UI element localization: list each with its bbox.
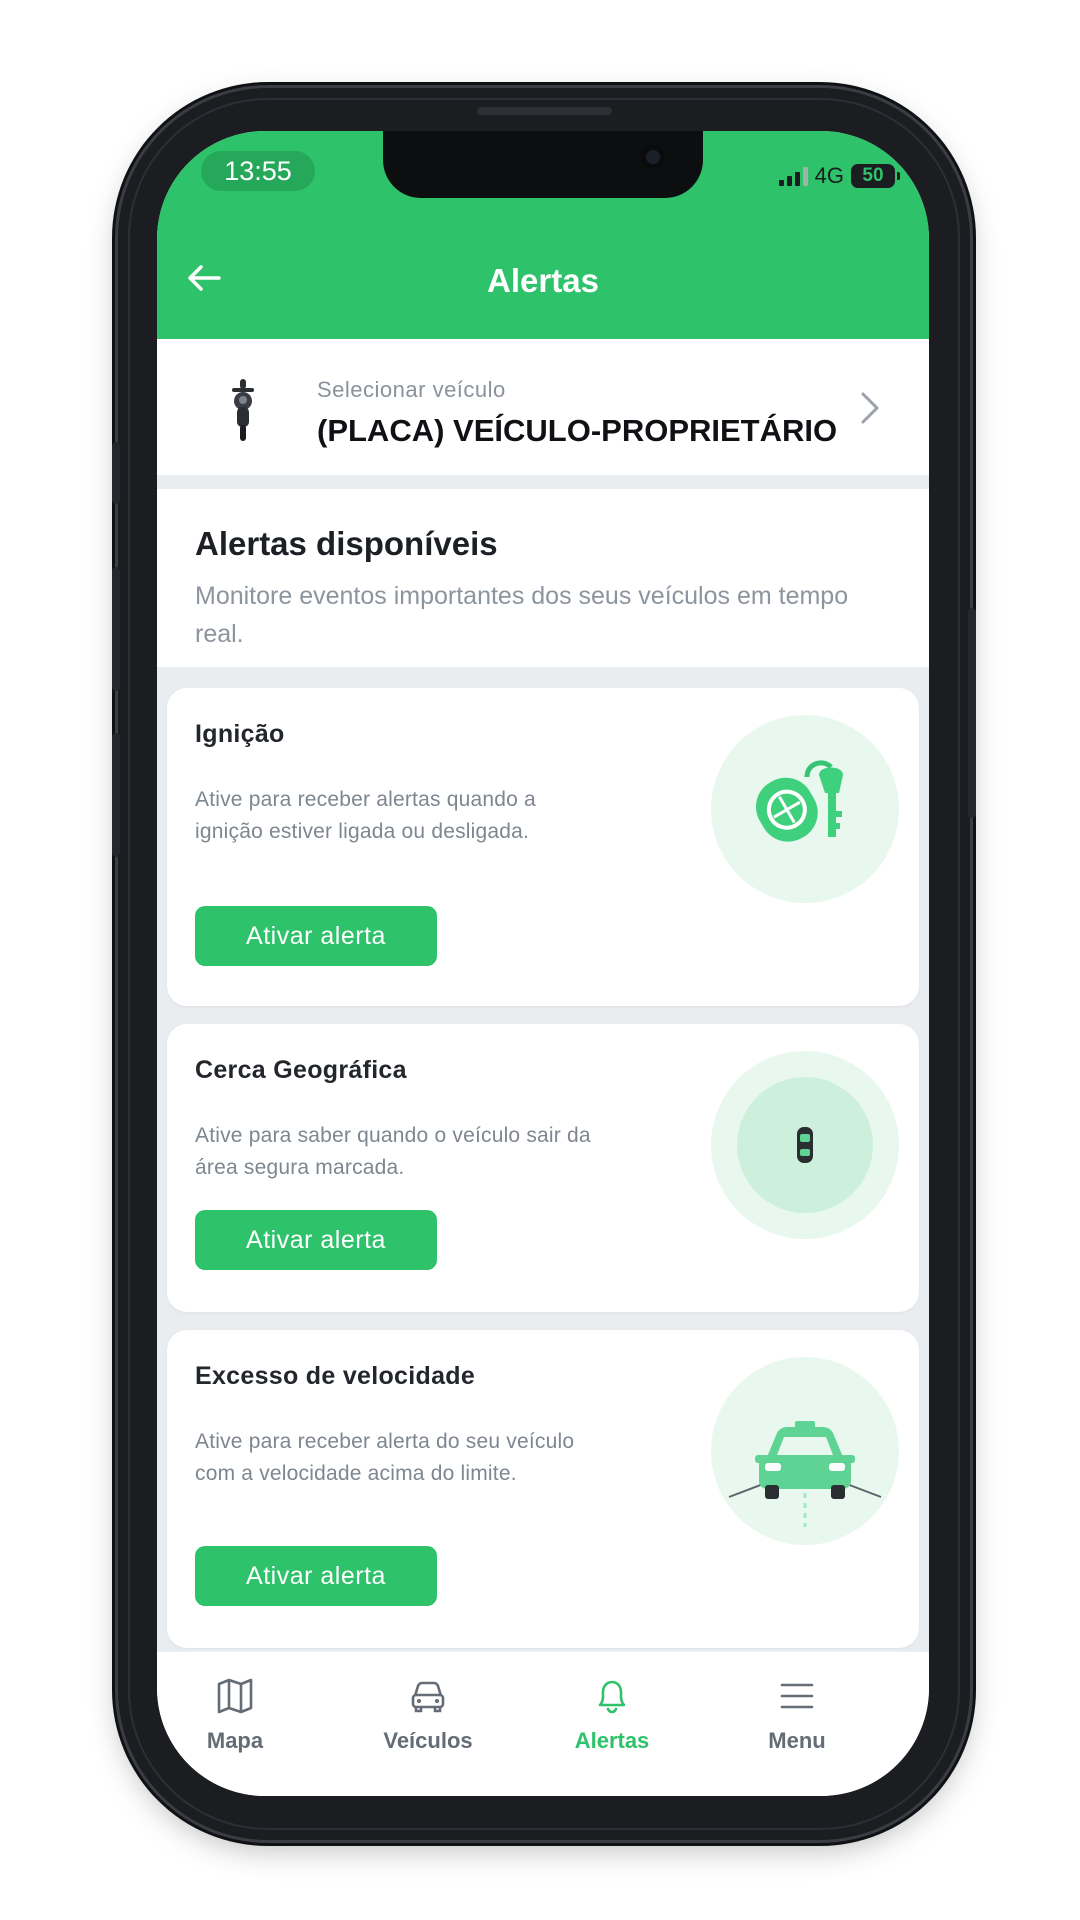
nav-label: Menu <box>768 1728 826 1753</box>
motorcycle-icon <box>232 379 254 441</box>
vehicle-name: (PLACA) VEÍCULO-PROPRIETÁRIO <box>317 413 838 448</box>
alert-description: Ative para receber alertas quando a igni… <box>195 788 536 843</box>
activate-alert-button[interactable]: Ativar alerta <box>195 906 437 966</box>
alert-card-geofence: Cerca Geográfica Ative para saber quando… <box>167 1024 919 1312</box>
alert-title: Ignição <box>195 720 285 748</box>
volume-down-button <box>112 733 120 857</box>
page-title: Alertas <box>487 262 599 299</box>
nav-label: Mapa <box>206 1728 264 1753</box>
geofence-icon <box>711 1051 899 1239</box>
app-screen: 13:55 4G 50 Alertas Selecionar veículo (… <box>157 131 929 1796</box>
bell-icon <box>598 1680 626 1714</box>
alert-title: Excesso de velocidade <box>195 1362 476 1390</box>
power-button <box>968 608 976 818</box>
ignition-key-icon <box>711 715 899 903</box>
nav-label: Alertas <box>574 1728 650 1753</box>
vehicle-selector-hint: Selecionar veículo <box>317 377 506 402</box>
app-header: 13:55 4G 50 Alertas <box>157 131 929 339</box>
map-icon <box>217 1678 253 1714</box>
section-title: Alertas disponíveis <box>195 525 498 562</box>
earpiece-speaker <box>477 107 612 115</box>
network-type: 4G <box>814 163 844 188</box>
activate-alert-button[interactable]: Ativar alerta <box>195 1546 437 1606</box>
mute-switch <box>112 442 120 504</box>
section-description: Monitore eventos importantes dos seus ve… <box>195 582 849 648</box>
activate-alert-button[interactable]: Ativar alerta <box>195 1210 437 1270</box>
nav-item-menu[interactable]: Menu <box>732 1676 862 1754</box>
battery-icon: 50 <box>851 164 900 188</box>
camera-notch <box>383 131 703 198</box>
status-indicators: 4G 50 <box>778 163 900 188</box>
car-icon <box>411 1681 445 1713</box>
speeding-car-icon <box>711 1357 899 1545</box>
alerts-intro: Alertas disponíveis Monitore eventos imp… <box>157 489 929 667</box>
alert-card-ignition: Ignição Ative para receber alertas quand… <box>167 688 919 1006</box>
alert-description: Ative para saber quando o veículo sair d… <box>195 1124 591 1179</box>
hamburger-menu-icon <box>780 1683 814 1709</box>
alert-description: Ative para receber alerta do seu veículo… <box>195 1430 575 1485</box>
nav-item-veiculos[interactable]: Veículos <box>363 1676 493 1754</box>
status-time: 13:55 <box>201 151 315 191</box>
front-camera <box>641 145 665 169</box>
nav-item-mapa[interactable]: Mapa <box>170 1676 300 1754</box>
chevron-right-icon <box>861 392 879 424</box>
bottom-navigation: Mapa Veículos Alertas Menu <box>157 1651 929 1796</box>
volume-up-button <box>112 567 120 691</box>
signal-icon <box>778 166 808 186</box>
nav-label: Veículos <box>383 1728 473 1753</box>
nav-item-alertas[interactable]: Alertas <box>547 1676 677 1754</box>
alert-title: Cerca Geográfica <box>195 1056 407 1084</box>
alert-card-speeding: Excesso de velocidade Ative para receber… <box>167 1330 919 1648</box>
vehicle-selector[interactable]: Selecionar veículo (PLACA) VEÍCULO-PROPR… <box>157 339 929 475</box>
